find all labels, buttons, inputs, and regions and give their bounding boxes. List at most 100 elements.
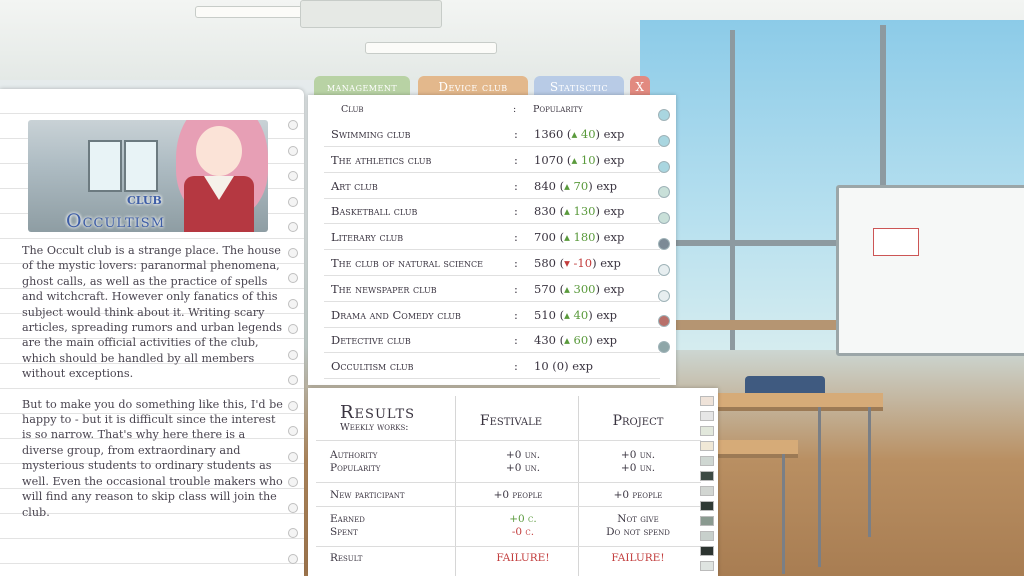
column-project: Project xyxy=(612,413,664,429)
club-row[interactable]: Literary club: 700 (▴ 180) exp xyxy=(324,224,660,251)
status-dot xyxy=(658,238,670,250)
participant-festival: +0 people xyxy=(493,489,543,501)
color-swatch xyxy=(700,411,714,421)
divider xyxy=(455,396,456,576)
spent-project: Do not spend xyxy=(606,526,670,538)
status-dot xyxy=(658,341,670,354)
club-row[interactable]: Swimming club: 1360 (▴ 40) exp xyxy=(324,121,660,147)
club-row[interactable]: Basketball club: 830 (▴ 130) exp xyxy=(324,198,660,225)
row-colon: : xyxy=(514,178,518,193)
color-swatch xyxy=(700,501,714,511)
header-popularity: Popularity xyxy=(533,104,583,115)
row-colon: : xyxy=(514,256,518,270)
status-dot xyxy=(658,289,670,302)
row-colon: : xyxy=(514,333,518,348)
club-popularity: 840 (▴ 70) exp xyxy=(534,178,617,193)
spent-festival: -0 c. xyxy=(511,526,535,538)
popularity-unit: exp xyxy=(603,152,625,167)
popularity-value: 570 xyxy=(534,281,556,296)
status-dot xyxy=(658,134,670,147)
ring-hole xyxy=(288,120,298,130)
popularity-value: 1070 xyxy=(534,152,564,167)
row-colon: : xyxy=(514,359,518,374)
results-panel: Results Weekly works: Festivale Project … xyxy=(308,388,718,576)
color-swatch xyxy=(700,531,714,541)
club-name: Swimming club xyxy=(331,127,411,141)
popularity-unit: exp xyxy=(603,204,625,219)
whiteboard-note xyxy=(873,228,919,256)
club-row[interactable]: The club of natural science: 580 (▾ -10) … xyxy=(324,250,660,276)
desk-leg xyxy=(868,407,871,537)
club-name: The club of natural science xyxy=(331,256,483,270)
popularity-value: 10 xyxy=(534,359,549,374)
popularity-delta: 300 xyxy=(573,281,596,296)
status-dot xyxy=(658,109,670,121)
desk xyxy=(718,393,883,411)
popularity-delta: 0 xyxy=(556,359,565,374)
club-row[interactable]: Drama and Comedy club: 510 (▴ 40) exp xyxy=(324,302,660,328)
color-swatch xyxy=(700,516,714,526)
club-name: Occultism xyxy=(66,210,166,232)
popularity-value: 700 xyxy=(534,230,556,245)
color-swatch xyxy=(700,486,714,496)
whiteboard xyxy=(836,185,1024,356)
ceiling-light xyxy=(365,42,497,54)
popularity-unit: exp xyxy=(596,178,617,193)
authority-festival: +0 un. xyxy=(505,449,541,461)
popularity-value: 830 xyxy=(534,204,556,219)
earned-festival: +0 c. xyxy=(509,513,537,525)
arrow-up-icon: ▴ xyxy=(571,152,581,167)
tab-statistic-label: Statisctic xyxy=(549,80,609,94)
club-row[interactable]: Detective club: 430 (▴ 60) exp xyxy=(324,327,660,354)
result-festival: FAILURE! xyxy=(496,552,550,564)
club-label: club xyxy=(127,190,162,208)
club-row[interactable]: Occultism club: 10 (0) exp xyxy=(324,353,660,380)
row-colon: : xyxy=(514,152,518,167)
club-row[interactable]: The newspaper club: 570 (▴ 300) exp xyxy=(324,276,660,302)
arrow-up-icon: ▴ xyxy=(564,230,574,245)
club-name: The athletics club xyxy=(331,152,432,167)
club-name: Detective club xyxy=(331,333,411,348)
club-row[interactable]: The athletics club: 1070 (▴ 10) exp xyxy=(324,147,660,173)
divider xyxy=(316,506,701,507)
arrow-up-icon: ▴ xyxy=(564,307,574,322)
popularity-value: 510 xyxy=(534,307,556,322)
row-colon: : xyxy=(514,204,518,219)
club-popularity: 510 (▴ 40) exp xyxy=(534,307,617,322)
club-popularity: 580 (▾ -10) exp xyxy=(534,256,621,270)
authority-label: Authority xyxy=(330,449,378,461)
ring-hole xyxy=(288,222,298,232)
desk-leg xyxy=(782,454,785,574)
row-colon: : xyxy=(514,307,518,322)
popularity-delta: 40 xyxy=(580,127,596,141)
result-project: FAILURE! xyxy=(611,552,665,564)
arrow-up-icon: ▴ xyxy=(564,178,574,193)
club-popularity: 430 (▴ 60) exp xyxy=(534,333,617,348)
window-frame xyxy=(730,30,735,350)
status-dot xyxy=(658,212,670,225)
header-club: Club xyxy=(341,104,364,115)
status-dot xyxy=(658,186,670,199)
column-festival: Festivale xyxy=(479,413,543,429)
spent-label: Spent xyxy=(330,526,358,538)
ring-hole xyxy=(288,553,298,564)
club-popularity: 1070 (▴ 10) exp xyxy=(534,152,625,167)
popularity-delta: 130 xyxy=(573,204,596,219)
status-dot xyxy=(658,315,670,328)
popularity-unit: exp xyxy=(603,281,625,296)
description-paragraph: But to make you do something like this, … xyxy=(22,397,283,519)
club-popularity: 700 (▴ 180) exp xyxy=(534,230,625,245)
row-colon: : xyxy=(514,230,518,245)
club-name: Literary club xyxy=(331,230,404,245)
divider xyxy=(578,396,579,576)
club-row[interactable]: Art club: 840 (▴ 70) exp xyxy=(324,173,660,199)
color-swatch xyxy=(700,546,714,556)
tab-management-label: management xyxy=(326,80,398,94)
list-header: Club : Popularity xyxy=(308,104,676,120)
popularity-delta: 40 xyxy=(573,307,589,322)
popularity-delta: 60 xyxy=(573,333,589,348)
popularity-project: +0 un. xyxy=(620,462,656,474)
color-swatch xyxy=(700,396,714,406)
status-dot xyxy=(658,160,670,173)
participant-project: +0 people xyxy=(613,489,663,501)
